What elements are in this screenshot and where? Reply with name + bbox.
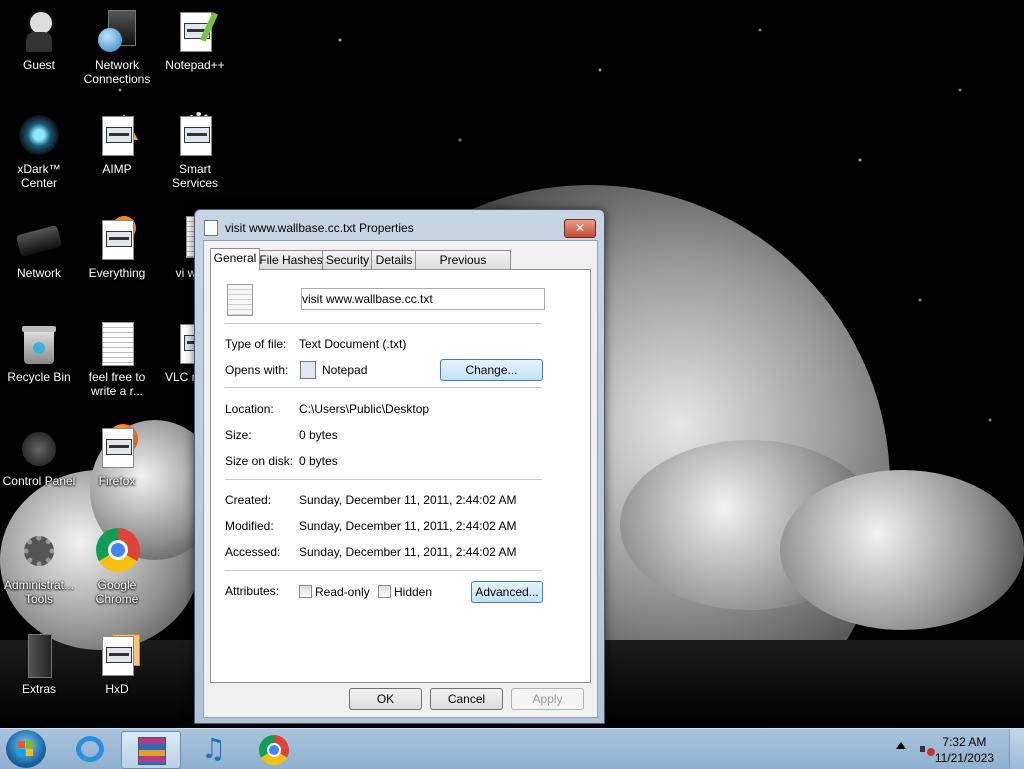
winrar-icon bbox=[138, 737, 166, 765]
network-connections-icon bbox=[94, 8, 140, 54]
desktop-icon-google-chrome[interactable]: Google Chrome bbox=[78, 528, 156, 606]
text-document-icon bbox=[94, 320, 140, 366]
administrative-tools-icon bbox=[16, 528, 62, 574]
extras-icon bbox=[16, 632, 62, 678]
desktop-icon-xdark-center[interactable]: xDark™ Center bbox=[0, 112, 78, 190]
taskbar-music-player[interactable]: ♫ bbox=[183, 731, 241, 767]
windows-logo-icon bbox=[18, 741, 34, 757]
chrome-icon bbox=[94, 528, 140, 574]
chrome-center bbox=[267, 743, 281, 757]
dialog-titlebar[interactable]: visit www.wallbase.cc.txt Properties ✕ bbox=[195, 210, 604, 240]
file-type-icon bbox=[227, 284, 253, 316]
desktop-icon-network-connections[interactable]: Network Connections bbox=[78, 8, 156, 86]
desktop-icon-notepad-plus-plus[interactable]: Notepad++ bbox=[156, 8, 234, 72]
desktop-icon-network[interactable]: Network bbox=[0, 216, 78, 280]
network-icon bbox=[15, 216, 63, 262]
divider bbox=[225, 479, 542, 481]
taskbar-chrome[interactable] bbox=[246, 731, 304, 767]
desktop-icon-everything[interactable]: Everything bbox=[78, 216, 156, 280]
size-label: Size: bbox=[225, 428, 252, 442]
divider bbox=[225, 570, 542, 572]
volume-muted-icon[interactable] bbox=[920, 742, 935, 756]
type-label: Type of file: bbox=[225, 337, 287, 351]
created-label: Created: bbox=[225, 493, 272, 507]
tab-previous-versions[interactable]: Previous Versions bbox=[415, 250, 511, 285]
accessed-label: Accessed: bbox=[225, 545, 281, 559]
taskbar-winrar[interactable] bbox=[121, 731, 181, 769]
desktop-icon-extras[interactable]: Extras bbox=[0, 632, 78, 696]
tab-general[interactable]: General bbox=[210, 248, 260, 270]
recycle-bin-icon bbox=[16, 320, 62, 366]
dialog-title: visit www.wallbase.cc.txt Properties bbox=[225, 221, 414, 235]
created-value: Sunday, December 11, 2011, 2:44:02 AM bbox=[299, 493, 517, 507]
user-icon bbox=[16, 8, 62, 54]
change-button[interactable]: Change... bbox=[440, 359, 543, 381]
internet-explorer-icon bbox=[76, 736, 104, 762]
file-name-input[interactable]: visit www.wallbase.cc.txt bbox=[301, 288, 545, 310]
notepad-icon bbox=[300, 361, 316, 379]
size-value: 0 bytes bbox=[299, 428, 338, 442]
type-value: Text Document (.txt) bbox=[299, 337, 407, 351]
start-button[interactable] bbox=[6, 730, 46, 768]
smart-services-icon bbox=[172, 112, 218, 158]
size-on-disk-label: Size on disk: bbox=[225, 454, 294, 468]
readonly-checkbox[interactable] bbox=[299, 585, 312, 598]
ok-button[interactable]: OK bbox=[349, 688, 422, 710]
desktop-icon-control-panel[interactable]: Control Panel bbox=[0, 424, 78, 488]
clock-time: 7:32 AM bbox=[942, 735, 987, 749]
control-panel-icon bbox=[16, 424, 62, 470]
dialog-body: General File Hashes Security Details Pre… bbox=[203, 240, 598, 718]
size-on-disk-value: 0 bytes bbox=[299, 454, 338, 468]
desktop-icon-feel-free[interactable]: feel free to write a r... bbox=[78, 320, 156, 398]
cloud-wallpaper bbox=[780, 470, 1024, 630]
show-hidden-icons-button[interactable] bbox=[896, 742, 906, 749]
file-icon bbox=[204, 220, 218, 236]
tab-details[interactable]: Details bbox=[371, 250, 417, 269]
close-button[interactable]: ✕ bbox=[564, 219, 596, 238]
desktop-icon-smart-services[interactable]: Smart Services bbox=[156, 112, 234, 190]
xdark-center-icon bbox=[16, 112, 62, 158]
readonly-label[interactable]: Read-only bbox=[315, 585, 370, 599]
general-tab-panel: visit www.wallbase.cc.txt Type of file: … bbox=[210, 269, 591, 683]
accessed-value: Sunday, December 11, 2011, 2:44:02 AM bbox=[299, 545, 517, 559]
hidden-checkbox[interactable] bbox=[378, 585, 391, 598]
everything-icon bbox=[94, 216, 140, 262]
clock-date: 11/21/2023 bbox=[934, 751, 994, 765]
desktop-icon-administrative-tools[interactable]: Administrat... Tools bbox=[0, 528, 78, 606]
properties-dialog: visit www.wallbase.cc.txt Properties ✕ G… bbox=[194, 209, 605, 724]
tab-security[interactable]: Security bbox=[322, 250, 373, 269]
opens-with-label: Opens with: bbox=[225, 363, 289, 377]
modified-value: Sunday, December 11, 2011, 2:44:02 AM bbox=[299, 519, 517, 533]
show-desktop-button[interactable] bbox=[1009, 729, 1024, 769]
divider bbox=[225, 387, 542, 389]
modified-label: Modified: bbox=[225, 519, 274, 533]
attributes-label: Attributes: bbox=[225, 584, 280, 598]
divider bbox=[225, 323, 542, 325]
desktop-icon-aimp[interactable]: AIMP bbox=[78, 112, 156, 176]
location-label: Location: bbox=[225, 402, 274, 416]
notepad-plus-plus-icon bbox=[172, 8, 219, 54]
taskbar: ♫ 7:32 AM 11/21/2023 bbox=[0, 728, 1024, 769]
firefox-icon bbox=[94, 424, 140, 470]
taskbar-internet-explorer[interactable] bbox=[62, 731, 120, 767]
desktop-icon-recycle-bin[interactable]: Recycle Bin bbox=[0, 320, 78, 384]
music-player-icon: ♫ bbox=[201, 732, 227, 765]
opens-with-value: Notepad bbox=[322, 363, 368, 377]
desktop-icon-hxd[interactable]: HxD bbox=[78, 632, 156, 696]
apply-button[interactable]: Apply bbox=[511, 688, 584, 710]
advanced-button[interactable]: Advanced... bbox=[471, 581, 543, 603]
tab-file-hashes[interactable]: File Hashes bbox=[258, 250, 324, 269]
cancel-button[interactable]: Cancel bbox=[430, 688, 503, 710]
desktop-icon-firefox[interactable]: Firefox bbox=[78, 424, 156, 488]
desktop-icon-guest[interactable]: Guest bbox=[0, 8, 78, 72]
aimp-icon bbox=[94, 112, 140, 158]
hidden-label[interactable]: Hidden bbox=[394, 585, 432, 599]
clock[interactable]: 7:32 AM 11/21/2023 bbox=[935, 734, 994, 766]
hxd-icon bbox=[94, 632, 140, 678]
location-value: C:\Users\Public\Desktop bbox=[299, 402, 430, 416]
